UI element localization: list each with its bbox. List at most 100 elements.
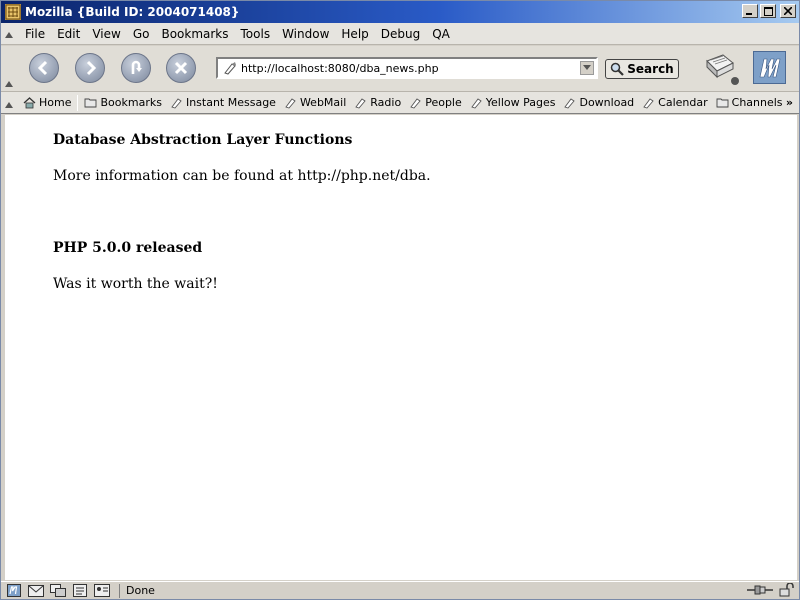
forward-button[interactable] (75, 53, 105, 83)
menu-qa[interactable]: QA (426, 27, 456, 41)
menu-debug[interactable]: Debug (375, 27, 426, 41)
menu-tools[interactable]: Tools (235, 27, 277, 41)
chat-icon (50, 584, 66, 597)
toolbar-grip-icon[interactable] (5, 30, 13, 38)
stop-button[interactable] (166, 53, 196, 83)
search-button-label: Search (627, 62, 674, 76)
home-icon (23, 97, 36, 109)
article-text: Was it worth the wait?! (53, 276, 218, 292)
close-button[interactable] (780, 4, 796, 18)
print-icon[interactable] (701, 51, 741, 87)
bookmark-label: Instant Message (185, 96, 276, 109)
chevron-down-icon (583, 65, 591, 70)
bookmark-download[interactable]: Download (559, 96, 638, 109)
menu-go[interactable]: Go (127, 27, 156, 41)
home-label: Home (39, 96, 72, 109)
page-icon (224, 62, 236, 75)
bookmark-page-icon (355, 98, 366, 109)
title-bar[interactable]: Mozilla {Build ID: 2004071408} (1, 1, 799, 23)
bookmark-webmail[interactable]: WebMail (280, 96, 350, 109)
menu-edit[interactable]: Edit (51, 27, 86, 41)
arrow-right-icon (86, 60, 97, 76)
folder-icon (85, 98, 97, 108)
mail-icon (28, 584, 44, 597)
menu-window[interactable]: Window (276, 27, 335, 41)
back-button[interactable] (29, 53, 59, 83)
channels-label: Channels (731, 96, 783, 109)
address-book-button[interactable] (93, 584, 111, 598)
url-history-dropdown[interactable] (580, 61, 594, 75)
chat-button[interactable] (49, 584, 67, 598)
bookmark-label: WebMail (299, 96, 347, 109)
menu-view[interactable]: View (86, 27, 126, 41)
article: PHP 5.0.0 released (53, 240, 202, 256)
article-text: More information can be found at http://… (53, 168, 431, 184)
mail-button[interactable] (27, 584, 45, 598)
article-title: Database Abstraction Layer Functions (53, 132, 353, 148)
url-input[interactable]: http://localhost:8080/dba_news.php (241, 62, 580, 75)
bookmarks-button[interactable]: Bookmarks (80, 96, 165, 109)
bookmark-label: Yellow Pages (485, 96, 556, 109)
bookmark-page-icon (564, 98, 576, 109)
bookmark-page-icon (285, 98, 296, 109)
bookmark-label: People (425, 96, 462, 109)
toolbar-grip-icon[interactable] (5, 79, 13, 87)
mozilla-app-icon[interactable] (5, 4, 21, 20)
menu-file[interactable]: File (19, 27, 51, 41)
page-content: Database Abstraction Layer Functions Mor… (5, 115, 797, 580)
bookmark-page-icon (471, 98, 482, 109)
bookmark-page-icon (410, 98, 421, 109)
bookmark-calendar[interactable]: Calendar (638, 96, 711, 109)
lock-icon[interactable] (779, 583, 795, 597)
url-bar[interactable]: http://localhost:8080/dba_news.php (216, 57, 598, 79)
address-book-icon (94, 584, 110, 597)
bookmark-yellow-pages[interactable]: Yellow Pages (466, 96, 560, 109)
menu-bookmarks[interactable]: Bookmarks (155, 27, 234, 41)
maximize-button[interactable] (760, 4, 776, 18)
more-bookmarks-chevron[interactable]: » (786, 96, 793, 109)
online-status-icon[interactable] (747, 583, 773, 597)
reload-icon (131, 60, 142, 74)
mozilla-throbber[interactable] (753, 51, 786, 84)
search-button[interactable]: Search (605, 59, 679, 79)
navigation-toolbar: http://localhost:8080/dba_news.php Searc… (1, 46, 799, 92)
toolbar-grip-icon[interactable] (5, 100, 13, 108)
menu-help[interactable]: Help (335, 27, 374, 41)
toolbar-separator (77, 94, 79, 111)
bookmark-page-icon (643, 98, 654, 109)
bookmarks-label: Bookmarks (100, 96, 162, 109)
stop-icon (174, 61, 188, 75)
article-body: Was it worth the wait?! (53, 276, 218, 292)
folder-icon (716, 98, 729, 108)
mozilla-logo-icon (759, 58, 780, 77)
bookmark-label: Download (579, 96, 635, 109)
article: Database Abstraction Layer Functions (53, 132, 352, 148)
minimize-icon (746, 13, 752, 15)
bookmark-people[interactable]: People (405, 96, 466, 109)
window-controls (742, 4, 796, 18)
maximize-icon (763, 6, 773, 16)
reload-button[interactable] (121, 53, 151, 83)
navigator-button[interactable] (5, 584, 23, 598)
browser-window: Mozilla {Build ID: 2004071408} File Edit… (0, 0, 800, 600)
close-icon (784, 7, 792, 15)
navigator-icon (7, 584, 21, 597)
menu-bar: File Edit View Go Bookmarks Tools Window… (1, 23, 799, 45)
composer-button[interactable] (71, 584, 89, 598)
article-body: More information can be found at http://… (53, 168, 431, 184)
arrow-left-icon (37, 60, 48, 76)
bookmark-instant-message[interactable]: Instant Message (166, 96, 280, 109)
home-button[interactable]: Home (19, 96, 75, 109)
bookmark-label: Calendar (658, 96, 708, 109)
bookmark-label: Radio (370, 96, 402, 109)
window-title: Mozilla {Build ID: 2004071408} (25, 5, 240, 19)
status-indicators (747, 583, 795, 597)
article-title: PHP 5.0.0 released (53, 240, 203, 256)
status-bar: Done (1, 581, 799, 599)
bookmark-page-icon (171, 98, 182, 109)
bookmark-radio[interactable]: Radio (350, 96, 405, 109)
personal-toolbar: Home Bookmarks Instant Message WebMail R… (1, 92, 799, 114)
minimize-button[interactable] (742, 4, 758, 18)
channels-button[interactable]: Channels (712, 96, 787, 109)
magnifier-icon (611, 62, 625, 76)
